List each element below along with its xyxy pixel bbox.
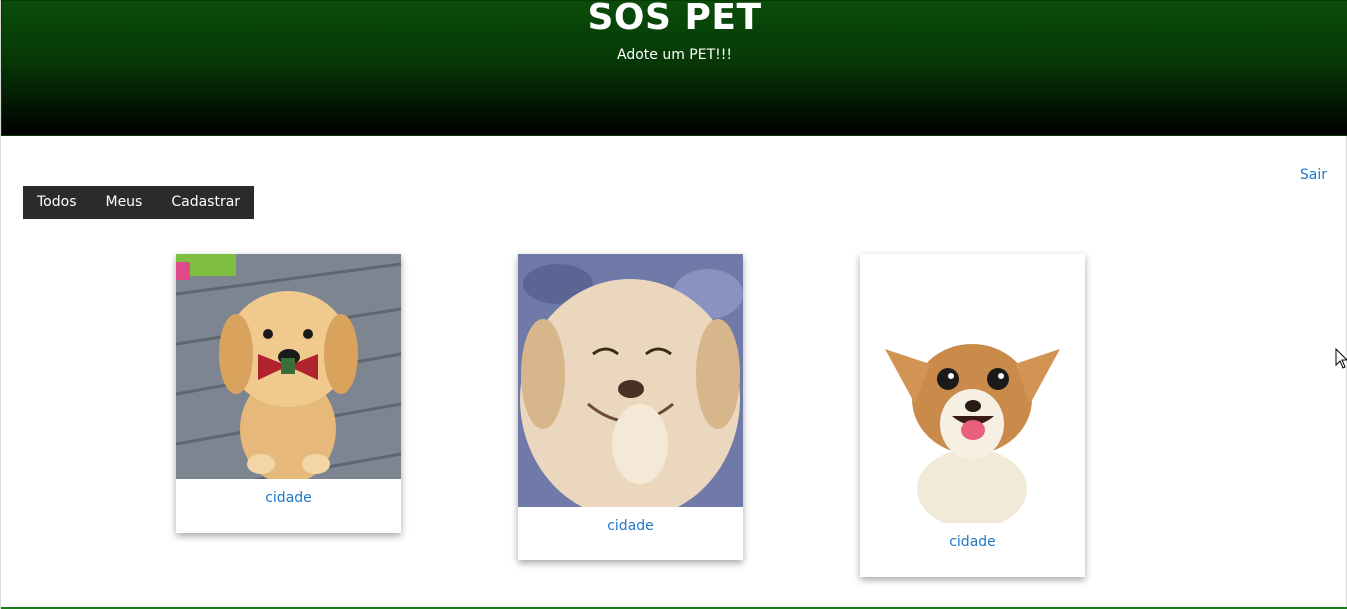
site-subtitle: Adote um PET!!!: [617, 47, 732, 63]
pet-photo-golden-puppy[interactable]: [176, 254, 401, 479]
pet-card[interactable]: cidade: [518, 254, 743, 560]
site-header: SOS PET Adote um PET!!!: [1, 0, 1347, 136]
pet-card[interactable]: cidade: [176, 254, 401, 533]
pet-city-label[interactable]: cidade: [860, 523, 1085, 550]
pet-city-label[interactable]: cidade: [176, 479, 401, 506]
pet-city-label[interactable]: cidade: [518, 507, 743, 534]
page: SOS PET Adote um PET!!! Sair Todos Meus …: [0, 0, 1347, 609]
mouse-cursor-icon: [1335, 348, 1347, 369]
main-nav: Todos Meus Cadastrar: [23, 186, 255, 219]
nav-item-todos[interactable]: Todos: [27, 186, 86, 219]
site-title: SOS PET: [587, 0, 762, 38]
logout-link[interactable]: Sair: [1300, 167, 1327, 183]
nav-item-cadastrar[interactable]: Cadastrar: [161, 186, 250, 219]
pet-photo-laughing-puppy[interactable]: [518, 254, 743, 507]
pet-card[interactable]: cidade: [860, 254, 1085, 577]
nav-item-meus[interactable]: Meus: [95, 186, 152, 219]
pet-photo-chihuahua[interactable]: [860, 254, 1085, 523]
